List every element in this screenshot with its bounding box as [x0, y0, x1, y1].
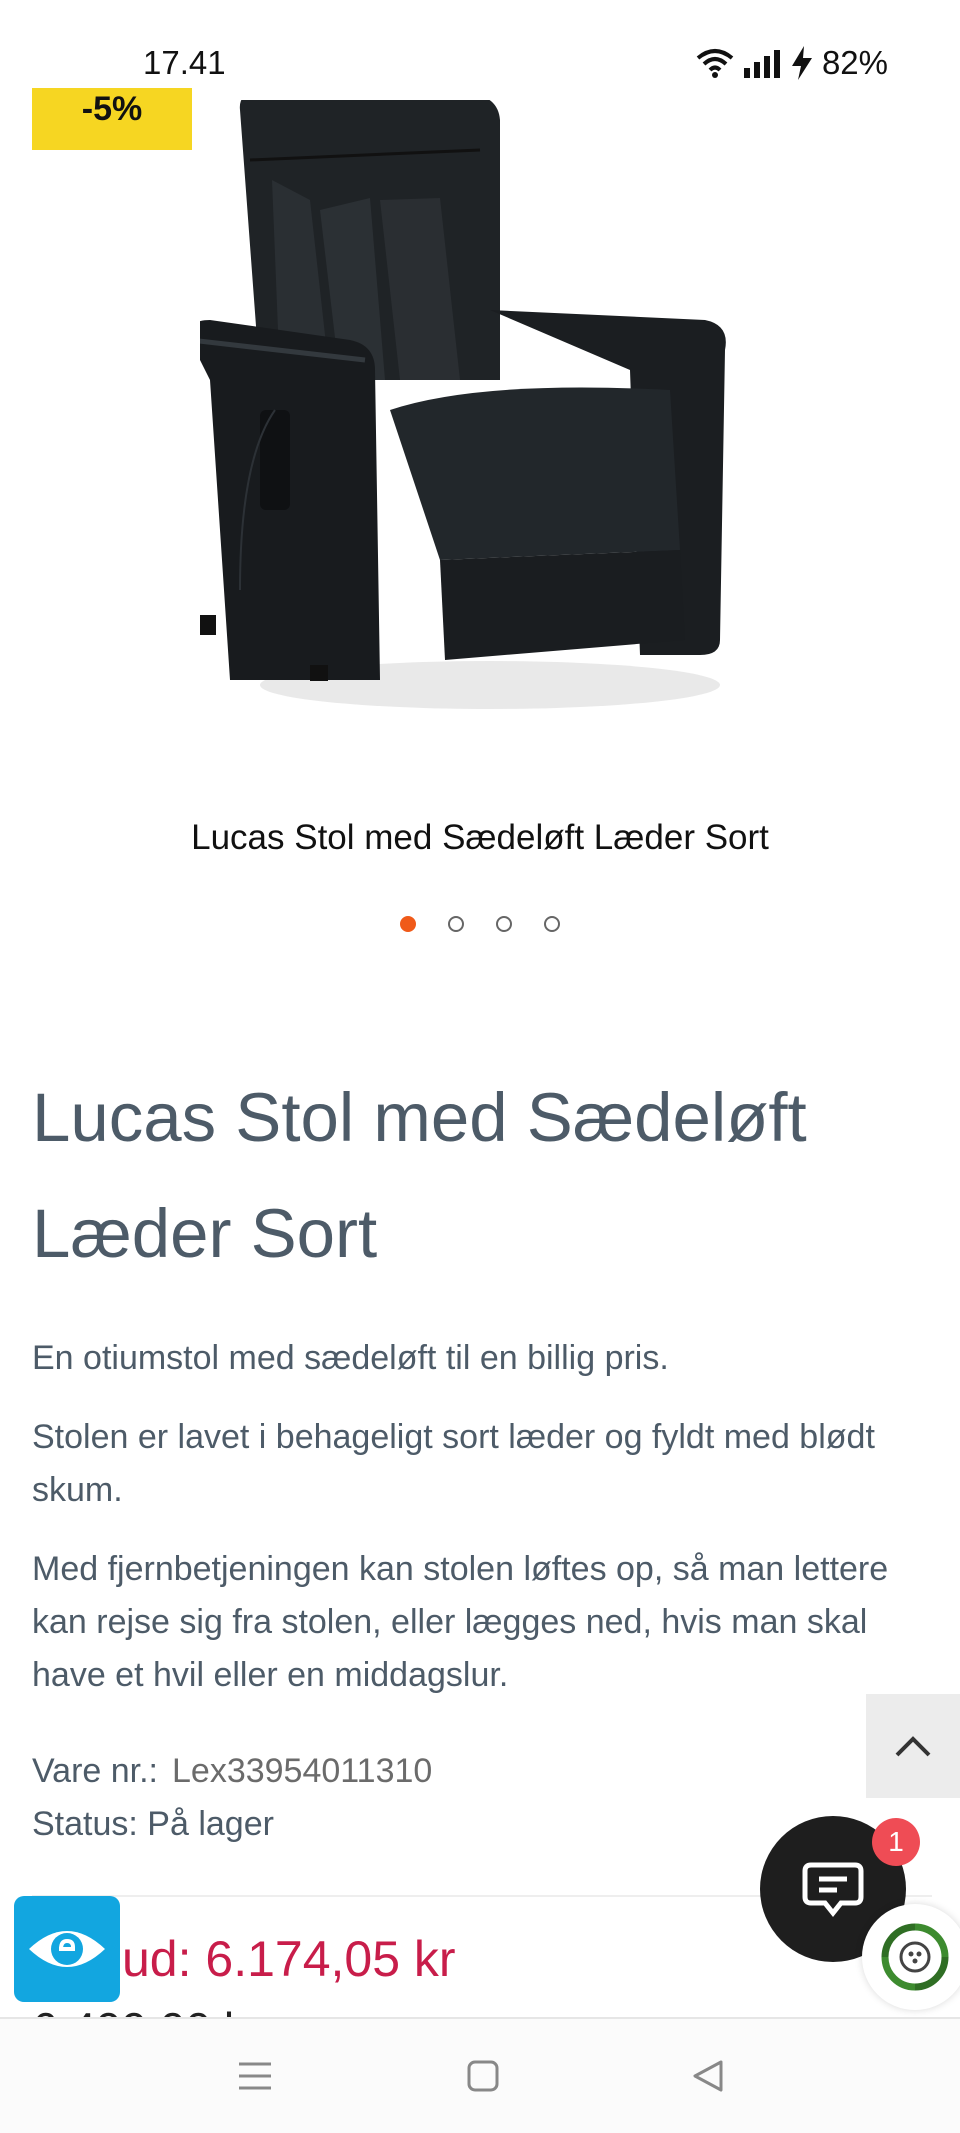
product-meta: Vare nr.: Lex33954011310 Status: På lager	[32, 1745, 432, 1851]
eye-icon	[29, 1931, 105, 1967]
system-nav-bar	[0, 2017, 960, 2133]
gallery-pagination	[0, 916, 960, 932]
back-icon[interactable]	[691, 2059, 725, 2093]
menu-icon[interactable]	[235, 2059, 275, 2093]
description-paragraph: Stolen er lavet i behageligt sort læder …	[32, 1418, 875, 1509]
recycle-icon	[881, 1923, 949, 1991]
image-caption: Lucas Stol med Sædeløft Læder Sort	[191, 818, 769, 857]
product-description: En otiumstol med sædeløft til en billig …	[32, 1332, 912, 1728]
home-icon[interactable]	[466, 2059, 500, 2093]
discount-label: -5%	[81, 90, 143, 128]
charging-icon	[791, 46, 812, 80]
gallery-dot-4[interactable]	[544, 916, 560, 932]
status-time: 17.41	[143, 44, 226, 81]
description-paragraph: En otiumstol med sædeløft til en billig …	[32, 1339, 669, 1377]
accessibility-button[interactable]	[14, 1896, 120, 2002]
eco-certificate-badge[interactable]	[862, 1904, 960, 2010]
gallery-dot-2[interactable]	[448, 916, 464, 932]
chat-unread-badge: 1	[872, 1818, 920, 1866]
status-bar: 17.41 82%	[0, 0, 960, 100]
chevron-up-icon	[895, 1736, 931, 1757]
offer-price: ud: 6.174,05 kr	[122, 1931, 456, 1987]
gallery-dot-3[interactable]	[496, 916, 512, 932]
status-icons: 82%	[696, 44, 888, 82]
signal-icon	[743, 50, 780, 78]
scroll-to-top-button[interactable]	[866, 1694, 960, 1798]
wifi-icon	[696, 49, 734, 78]
status-label: Status:	[32, 1805, 138, 1843]
chat-icon	[802, 1862, 864, 1918]
discount-badge: -5%	[32, 88, 192, 150]
status-value: På lager	[147, 1805, 274, 1843]
sku-label: Vare nr.:	[32, 1752, 158, 1790]
description-paragraph: Med fjernbetjeningen kan stolen løftes o…	[32, 1550, 889, 1694]
product-image[interactable]	[200, 80, 760, 720]
product-title: Lucas Stol med Sædeløft Læder Sort	[32, 1079, 807, 1272]
gallery-dot-1[interactable]	[400, 916, 416, 932]
battery-level: 82%	[821, 44, 888, 81]
sku-value: Lex33954011310	[172, 1752, 433, 1790]
sku-row: Vare nr.: Lex33954011310	[32, 1745, 432, 1798]
stock-status-row: Status: På lager	[32, 1798, 432, 1851]
